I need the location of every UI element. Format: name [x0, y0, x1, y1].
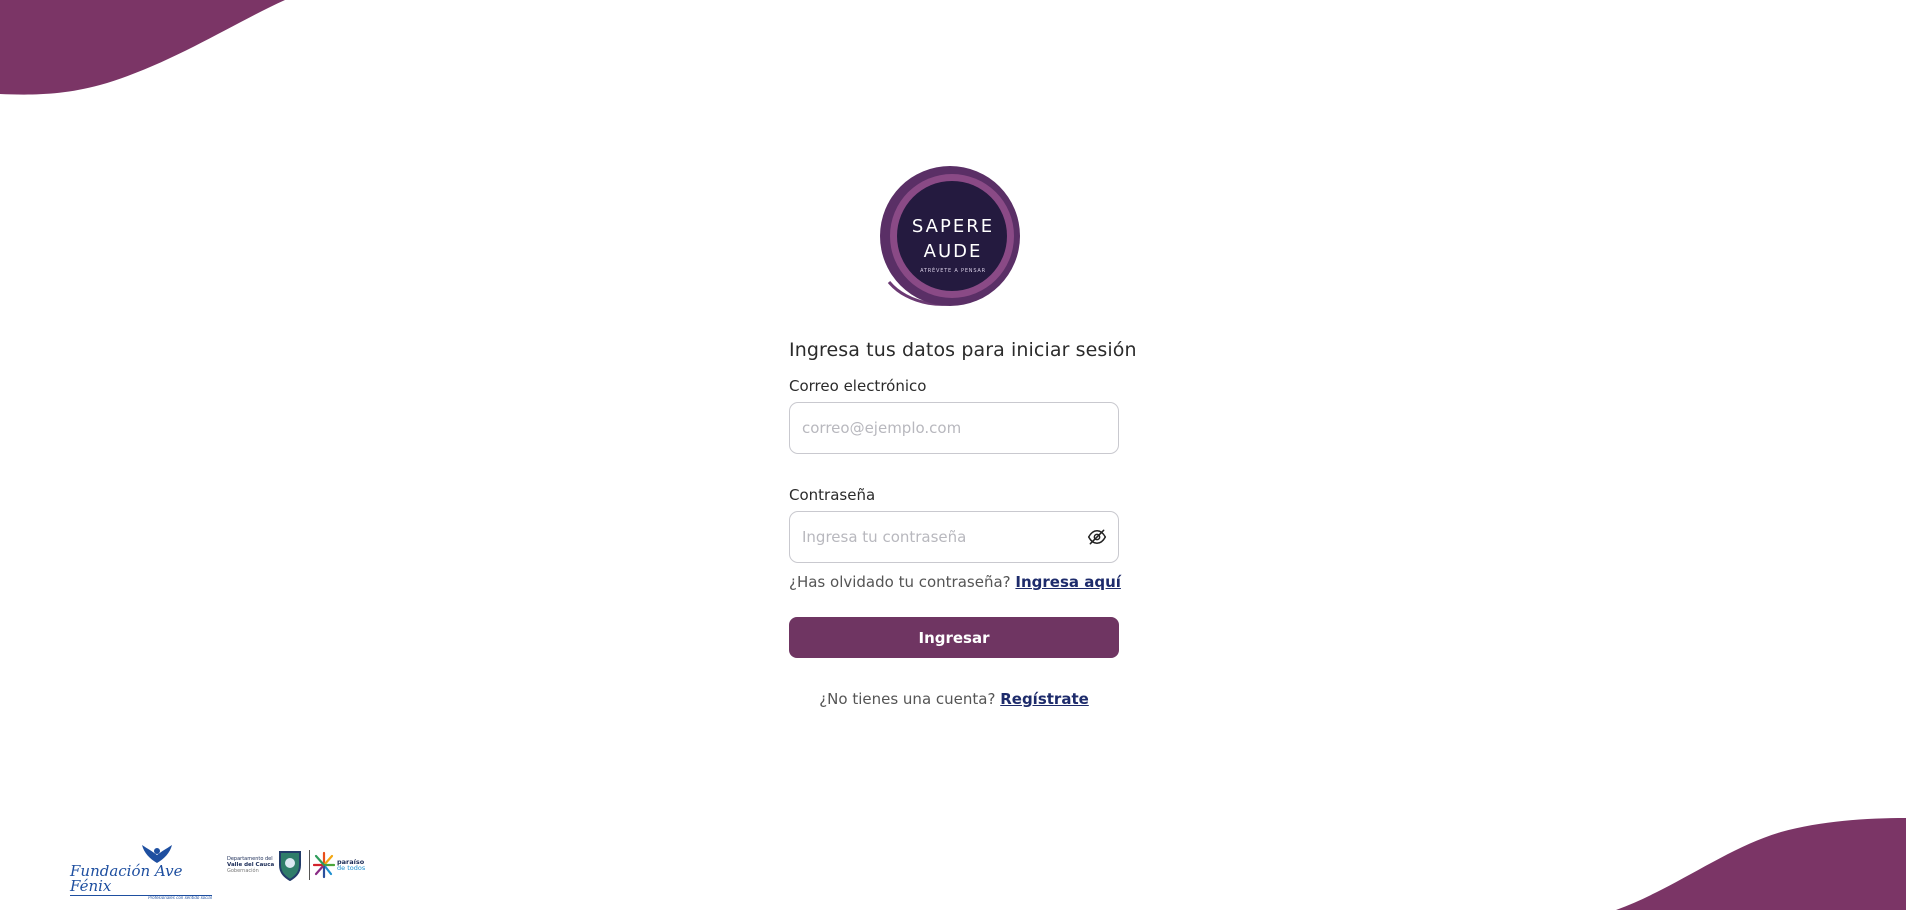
register-row: ¿No tienes una cuenta? Regístrate — [789, 690, 1119, 708]
password-input[interactable] — [802, 512, 1072, 562]
sponsor-logos: Fundación Ave Fénix Profesionales con se… — [70, 843, 365, 900]
logo-divider — [309, 850, 310, 880]
password-field-box[interactable] — [789, 511, 1119, 563]
login-panel: SAPERE AUDE ATRÉVETE A PENSAR Ingresa tu… — [789, 164, 1137, 708]
register-link[interactable]: Regístrate — [1000, 690, 1089, 708]
password-label: Contraseña — [789, 486, 876, 504]
valle-line1: Departamento del — [227, 855, 273, 862]
valle-line3: Gobernación — [227, 868, 259, 875]
logo-line1: SAPERE — [912, 216, 994, 237]
register-prompt: ¿No tienes una cuenta? — [819, 690, 996, 708]
login-button[interactable]: Ingresar — [789, 617, 1119, 658]
email-label: Correo electrónico — [789, 377, 927, 395]
valle-del-cauca-logo: Departamento del Valle del Cauca Goberna… — [227, 849, 303, 881]
fenix-name: Fundación Ave Fénix — [70, 862, 183, 895]
forgot-password-prompt: ¿Has olvidado tu contraseña? — [789, 573, 1011, 591]
forgot-password-link[interactable]: Ingresa aquí — [1015, 573, 1121, 591]
login-heading: Ingresa tus datos para iniciar sesión — [789, 339, 1137, 361]
email-field-box[interactable] — [789, 402, 1119, 454]
fenix-slogan: Profesionales con sentido social — [148, 895, 212, 900]
email-input[interactable] — [802, 403, 1072, 453]
logo-line2: AUDE — [924, 241, 983, 262]
fundacion-ave-fenix-logo: Fundación Ave Fénix Profesionales con se… — [70, 843, 212, 900]
valle-shield-icon — [279, 851, 301, 881]
sapere-aude-logo: SAPERE AUDE ATRÉVETE A PENSAR — [877, 164, 1027, 309]
bottom-right-wave-decoration — [1616, 818, 1906, 910]
paraiso-de-todos-logo: paraíso de todos — [313, 850, 365, 880]
forgot-password-row: ¿Has olvidado tu contraseña? Ingresa aqu… — [789, 573, 1121, 591]
top-left-wave-decoration — [0, 0, 285, 95]
eye-off-icon[interactable] — [1087, 527, 1107, 547]
logo-tagline: ATRÉVETE A PENSAR — [920, 266, 986, 274]
paraiso-burst-icon — [313, 851, 335, 879]
paraiso-line2: de todos — [337, 864, 366, 872]
